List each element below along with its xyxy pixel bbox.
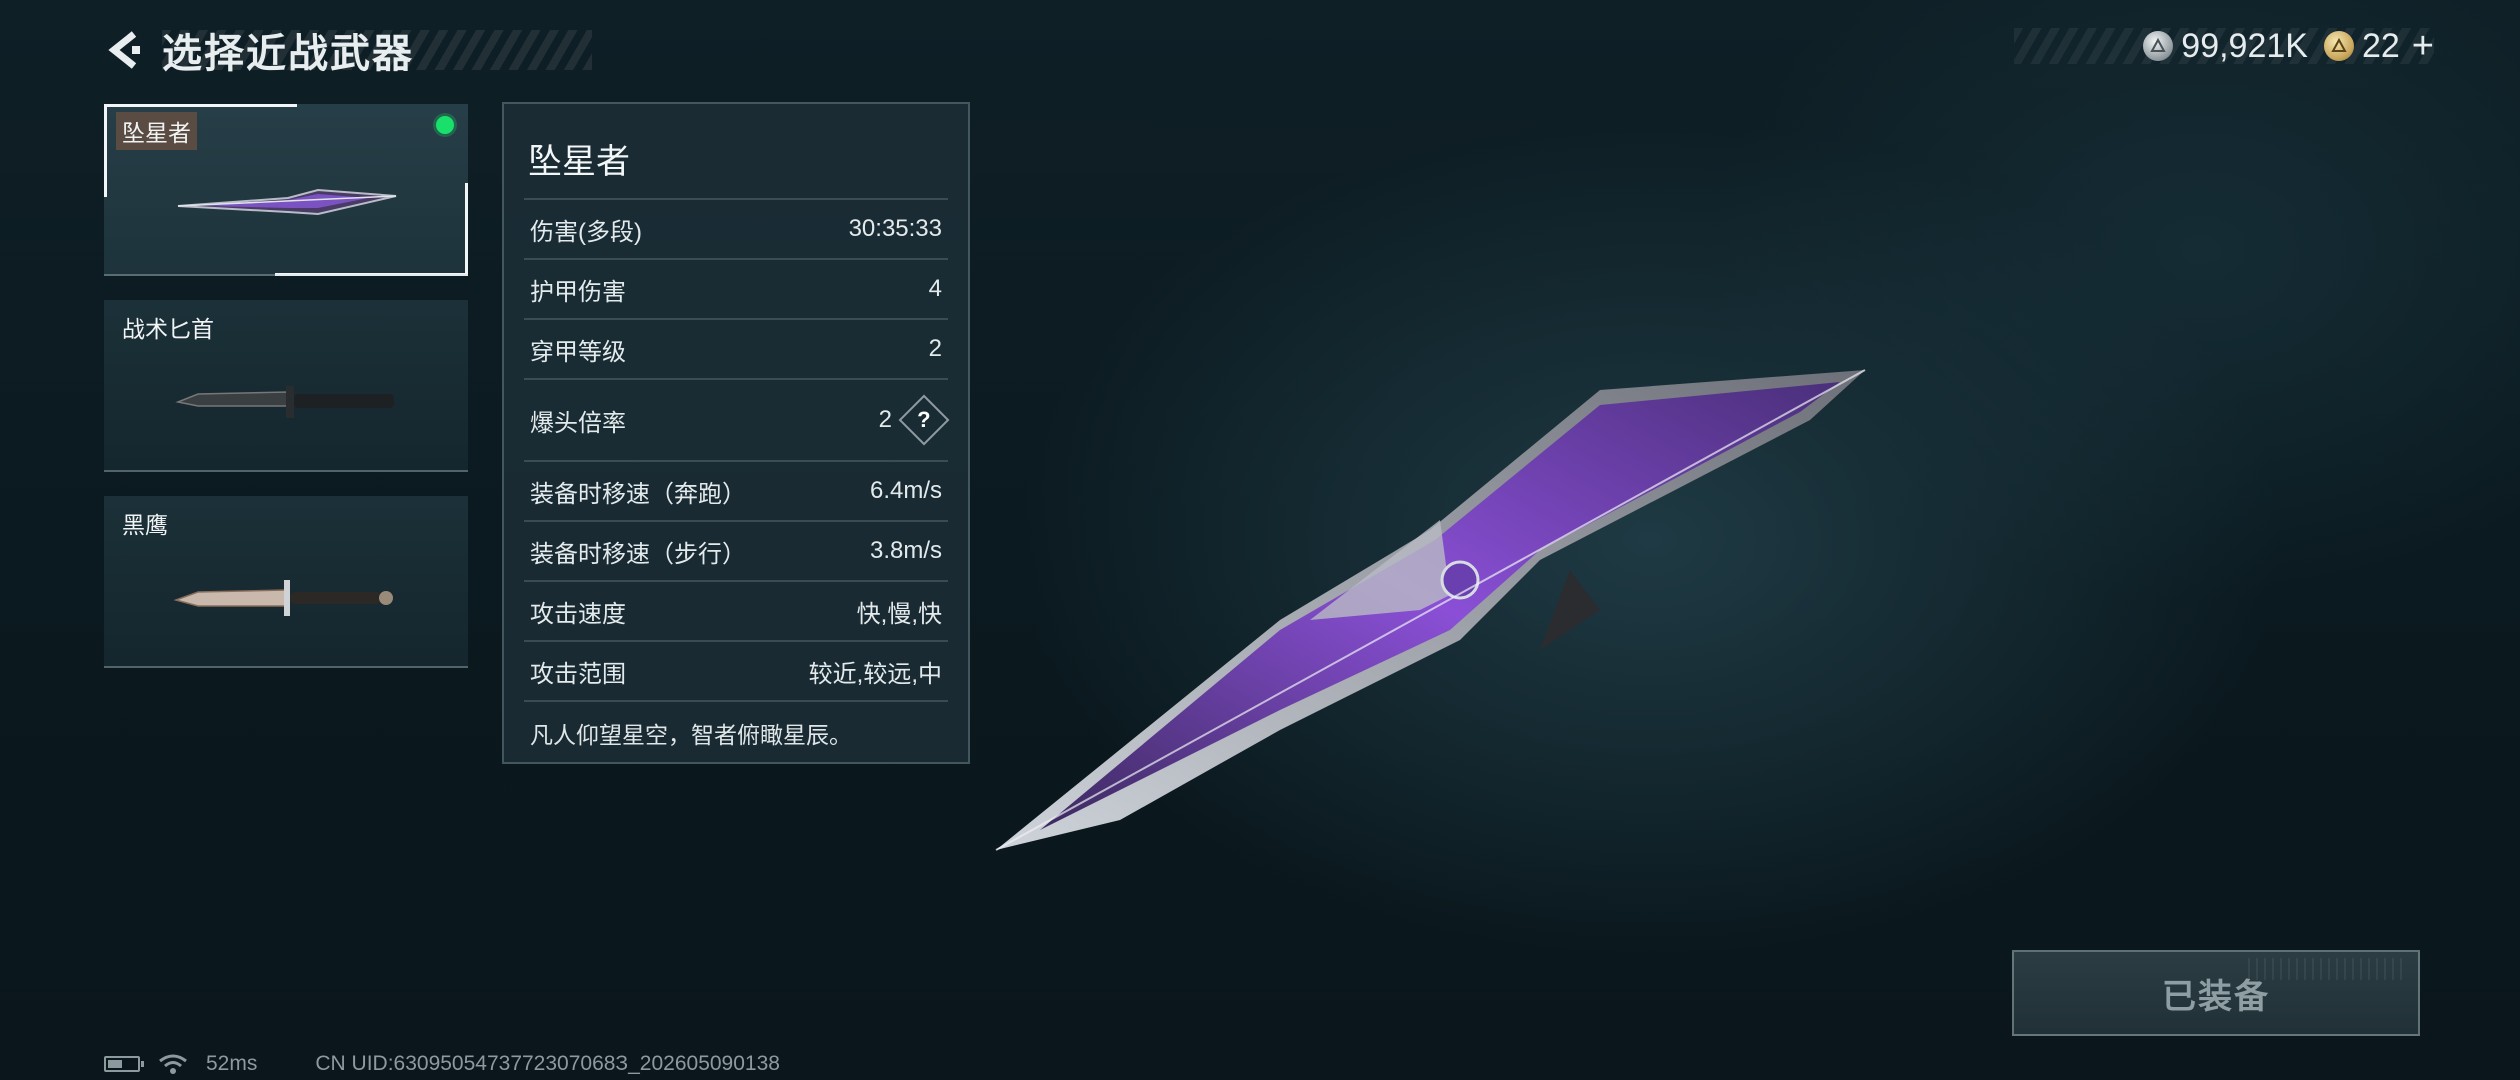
- weapon-card-black-hawk[interactable]: 黑鹰: [104, 496, 468, 668]
- stat-value-group: 2 ?: [878, 394, 950, 446]
- headshot-help-button[interactable]: ?: [898, 394, 950, 446]
- card-divider: [104, 666, 468, 668]
- button-decoration: [2248, 958, 2408, 980]
- page-title: 选择近战武器: [162, 32, 414, 76]
- weapon-card-name: 黑鹰: [122, 512, 168, 538]
- back-button[interactable]: [100, 26, 148, 74]
- stat-row-headshot: 爆头倍率 2 ?: [524, 378, 950, 460]
- card-divider: [104, 274, 468, 276]
- back-arrow-icon: [108, 31, 140, 69]
- weapon-description: 凡人仰望星空，智者俯瞰星辰。: [524, 700, 948, 750]
- silver-coin-icon: [2143, 31, 2174, 61]
- stat-value: 快,慢,快: [856, 600, 942, 628]
- stats-weapon-name: 坠星者: [528, 143, 630, 181]
- weapon-list: 坠星者 战术匕首 黑鹰: [104, 104, 468, 692]
- stat-rows: 伤害(多段) 30:35:33 护甲伤害 4 穿甲等级 2 爆头倍率 2 ? 装…: [524, 198, 950, 750]
- add-gold-button[interactable]: +: [2412, 25, 2434, 68]
- header: 选择近战武器: [100, 22, 592, 78]
- weapon-card-name: 坠星者: [116, 112, 197, 150]
- currency-bar: 99,921K 22 +: [2014, 25, 2434, 67]
- stat-row-walk-speed: 装备时移速（步行） 3.8m/s: [524, 520, 948, 580]
- title-wrap: 选择近战武器: [162, 24, 592, 76]
- tactical-dagger-image: [175, 386, 394, 418]
- user-uid: CN UID:6309505473772307068З_202605090138: [315, 1052, 780, 1075]
- stat-label: 爆头倍率: [530, 409, 626, 437]
- gold-currency: 22 +: [2323, 25, 2434, 68]
- help-icon: ?: [917, 406, 931, 432]
- stat-row-attack-speed: 攻击速度 快,慢,快: [524, 580, 948, 640]
- stat-label: 攻击速度: [530, 600, 626, 628]
- weapon-card-name: 战术匕首: [122, 316, 214, 342]
- stat-value: 30:35:33: [848, 215, 942, 242]
- weapon-stats-panel: 坠星者 伤害(多段) 30:35:33 护甲伤害 4 穿甲等级 2 爆头倍率 2…: [502, 102, 970, 764]
- stat-value: 较近,较远,中: [808, 660, 942, 688]
- weapon-card-tactical-dagger[interactable]: 战术匕首: [104, 300, 468, 472]
- silver-currency: 99,921K: [2143, 27, 2308, 66]
- status-footer: 52ms CN UID:6309505473772307068З_2026050…: [104, 1052, 780, 1076]
- black-hawk-knife-image: [173, 580, 393, 616]
- stat-value: 2: [878, 406, 892, 433]
- equip-button[interactable]: 已装备: [2012, 950, 2420, 1036]
- stat-value: 4: [928, 275, 942, 302]
- gold-value: 22: [2361, 26, 2400, 65]
- stat-label: 护甲伤害: [530, 278, 626, 306]
- silver-value: 99,921K: [2181, 26, 2308, 65]
- gold-coin-icon: [2323, 31, 2354, 61]
- stat-value: 3.8m/s: [869, 537, 942, 564]
- stat-row-penetration: 穿甲等级 2: [524, 318, 948, 378]
- stat-row-attack-range: 攻击范围 较近,较远,中: [524, 640, 948, 700]
- stat-row-run-speed: 装备时移速（奔跑） 6.4m/s: [524, 460, 948, 520]
- starfall-knife-image: [177, 188, 397, 216]
- ping-value: 52ms: [206, 1052, 258, 1075]
- wifi-icon: [159, 1054, 187, 1074]
- weapon-preview-image: [995, 369, 1866, 851]
- stat-value: 2: [928, 335, 942, 362]
- card-divider: [104, 470, 468, 472]
- stat-label: 攻击范围: [530, 660, 626, 688]
- stat-label: 装备时移速（奔跑）: [530, 480, 746, 508]
- stat-row-armor-damage: 护甲伤害 4: [524, 258, 948, 318]
- equipped-indicator: [436, 116, 454, 134]
- stat-label: 伤害(多段): [530, 218, 642, 246]
- stat-row-damage: 伤害(多段) 30:35:33: [524, 198, 948, 258]
- battery-icon: [104, 1056, 144, 1072]
- stat-label: 穿甲等级: [530, 338, 626, 366]
- weapon-card-starfall[interactable]: 坠星者: [104, 104, 468, 276]
- stat-value: 6.4m/s: [869, 477, 942, 504]
- stat-label: 装备时移速（步行）: [530, 540, 746, 568]
